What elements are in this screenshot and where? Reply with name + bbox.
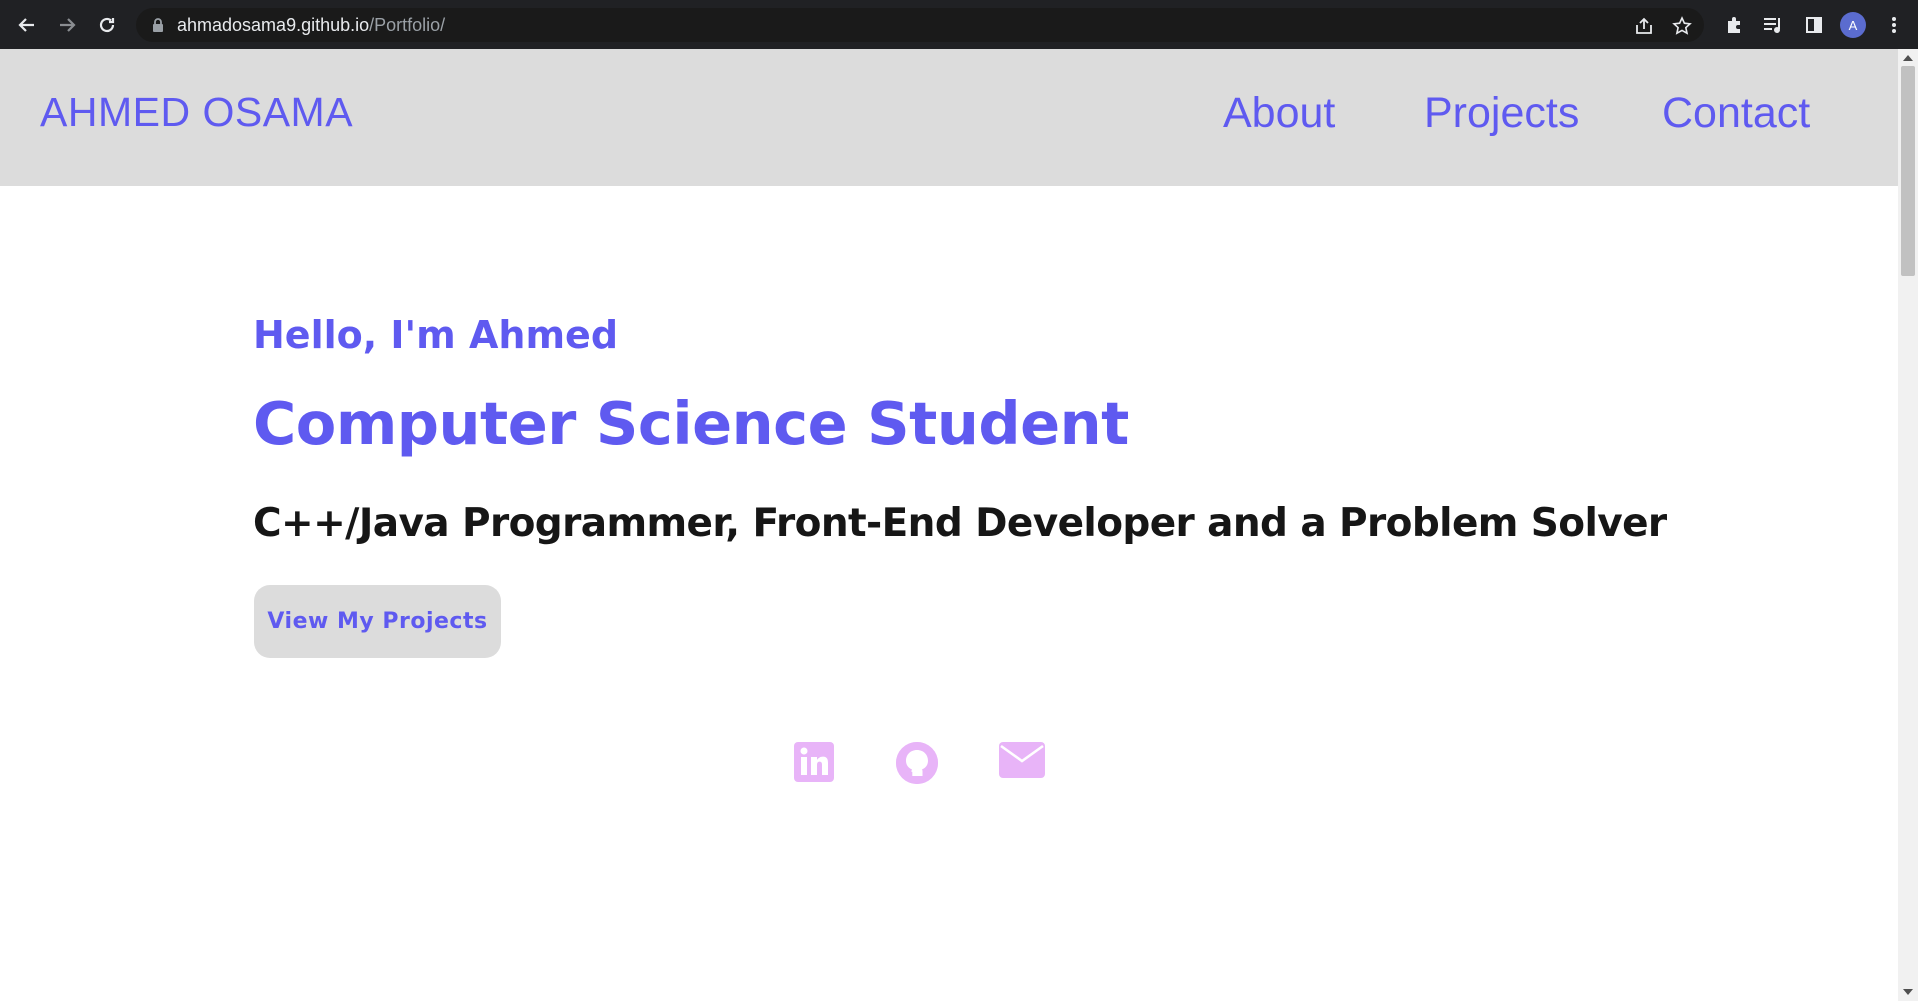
lock-icon: [153, 18, 163, 32]
arrow-left-icon: [18, 17, 34, 32]
side-panel-icon: [1806, 16, 1822, 33]
playlist-icon: [1764, 17, 1780, 33]
reload-icon: [99, 17, 115, 32]
star-icon[interactable]: [1672, 16, 1692, 36]
puzzle-icon: [1728, 16, 1740, 33]
reload-button[interactable]: [92, 0, 122, 49]
scroll-up-arrow[interactable]: [1903, 55, 1913, 61]
site-logo[interactable]: AHMED OSAMA: [40, 89, 353, 136]
url-text: ahmadosama9.github.io/Portfolio/: [177, 15, 445, 36]
profile-avatar[interactable]: A: [1840, 12, 1866, 38]
back-button[interactable]: [12, 0, 42, 49]
page-scrollbar[interactable]: [1898, 49, 1918, 1001]
menu-button[interactable]: [1884, 0, 1904, 49]
browser-toolbar: ahmadosama9.github.io/Portfolio/ A: [0, 0, 1918, 49]
address-bar[interactable]: ahmadosama9.github.io/Portfolio/: [136, 8, 1704, 42]
nav-link-contact[interactable]: Contact: [1662, 89, 1810, 138]
github-link[interactable]: [895, 741, 939, 788]
kebab-menu-icon: [1892, 16, 1896, 33]
linkedin-link[interactable]: [794, 742, 834, 786]
hero-subtitle: C++/Java Programmer, Front-End Developer…: [253, 501, 1667, 546]
site-header: AHMED OSAMA About Projects Contact: [0, 49, 1898, 186]
github-icon: [895, 741, 939, 785]
arrow-right-icon: [60, 17, 76, 32]
forward-button[interactable]: [52, 0, 82, 49]
media-button[interactable]: [1759, 0, 1787, 49]
scroll-thumb[interactable]: [1901, 66, 1915, 276]
email-link[interactable]: [999, 742, 1045, 782]
side-panel-button[interactable]: [1800, 0, 1828, 49]
linkedin-icon: [794, 742, 834, 782]
extensions-button[interactable]: [1720, 0, 1748, 49]
nav-link-projects[interactable]: Projects: [1424, 89, 1579, 138]
scroll-down-arrow[interactable]: [1903, 989, 1913, 995]
url-path: /Portfolio/: [369, 15, 446, 35]
hero-title: Computer Science Student: [253, 389, 1129, 458]
url-host: ahmadosama9.github.io: [177, 15, 370, 35]
nav-link-about[interactable]: About: [1223, 89, 1335, 138]
view-projects-button[interactable]: View My Projects: [254, 585, 501, 658]
share-icon[interactable]: [1634, 16, 1654, 36]
mail-icon: [999, 742, 1045, 778]
hero-greeting: Hello, I'm Ahmed: [253, 313, 619, 357]
